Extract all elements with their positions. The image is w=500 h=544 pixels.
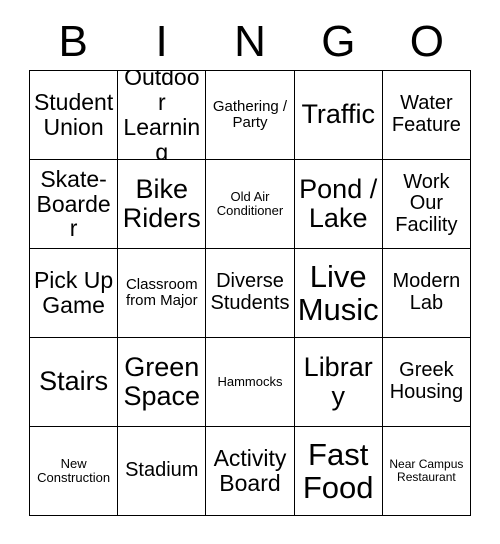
bingo-cell-label: Modern Lab xyxy=(392,270,461,314)
bingo-cell-label: Old Air Conditioner xyxy=(216,188,284,218)
bingo-cell-g1[interactable]: Traffic xyxy=(294,71,383,160)
bingo-cell-b5[interactable]: New Construction xyxy=(30,427,119,516)
bingo-cell-label: Library xyxy=(303,351,373,411)
bingo-cell-b1[interactable]: Student Union xyxy=(30,71,119,160)
bingo-cell-i2[interactable]: Bike Riders xyxy=(118,160,207,249)
bingo-cell-b3[interactable]: Pick Up Game xyxy=(30,249,119,338)
bingo-card: B I N G O Student Union Outdoor Learning… xyxy=(0,0,500,544)
bingo-header-row: B I N G O xyxy=(29,14,471,70)
bingo-cell-label: Diverse Students xyxy=(210,270,290,314)
bingo-cell-label: Skate-Boarder xyxy=(36,165,111,242)
bingo-grid: Student Union Outdoor Learning Gathering… xyxy=(29,70,471,516)
header-letter-n: N xyxy=(234,17,266,66)
bingo-cell-label: Gathering / Party xyxy=(212,97,288,131)
bingo-cell-g5[interactable]: Fast Food xyxy=(294,427,383,516)
bingo-cell-label: New Construction xyxy=(37,455,111,485)
bingo-cell-g3[interactable]: Live Music xyxy=(294,249,383,338)
bingo-cell-g4[interactable]: Library xyxy=(294,338,383,427)
bingo-cell-i4[interactable]: Green Space xyxy=(118,338,207,427)
bingo-cell-n4[interactable]: Hammocks xyxy=(206,338,295,427)
header-letter-b: B xyxy=(58,17,88,66)
bingo-cell-i3[interactable]: Classroom from Major xyxy=(118,249,207,338)
bingo-cell-o5[interactable]: Near Campus Restaurant xyxy=(382,427,471,516)
bingo-cell-i1[interactable]: Outdoor Learning xyxy=(118,71,207,160)
bingo-cell-label: Greek Housing xyxy=(389,359,464,403)
bingo-cell-n1[interactable]: Gathering / Party xyxy=(206,71,295,160)
bingo-cell-o3[interactable]: Modern Lab xyxy=(382,249,471,338)
bingo-cell-o2[interactable]: Work Our Facility xyxy=(382,160,471,249)
header-letter-o: O xyxy=(409,17,444,66)
bingo-cell-label: Green Space xyxy=(123,351,201,411)
bingo-cell-label: Fast Food xyxy=(302,436,374,505)
bingo-cell-o1[interactable]: Water Feature xyxy=(382,71,471,160)
bingo-cell-label: Live Music xyxy=(297,258,379,327)
bingo-cell-label: Bike Riders xyxy=(122,173,201,233)
bingo-cell-label: Activity Board xyxy=(213,445,287,496)
bingo-cell-label: Hammocks xyxy=(217,373,283,389)
bingo-cell-label: Water Feature xyxy=(391,92,461,136)
bingo-cell-label: Pick Up Game xyxy=(33,267,114,318)
bingo-cell-label: Near Campus Restaurant xyxy=(389,457,464,484)
bingo-cell-label: Traffic xyxy=(301,99,375,130)
bingo-cell-o4[interactable]: Greek Housing xyxy=(382,338,471,427)
bingo-cell-label: Outdoor Learning xyxy=(123,71,201,160)
bingo-cell-g2[interactable]: Pond / Lake xyxy=(294,160,383,249)
header-letter-g: G xyxy=(321,17,356,66)
bingo-cell-n3[interactable]: Diverse Students xyxy=(206,249,295,338)
bingo-cell-label: Stadium xyxy=(125,459,199,482)
bingo-cell-b4[interactable]: Stairs xyxy=(30,338,119,427)
bingo-cell-b2[interactable]: Skate-Boarder xyxy=(30,160,119,249)
bingo-cell-label: Stairs xyxy=(39,366,109,397)
bingo-cell-label: Classroom from Major xyxy=(125,275,198,309)
bingo-cell-label: Pond / Lake xyxy=(299,173,378,233)
bingo-cell-n5[interactable]: Activity Board xyxy=(206,427,295,516)
bingo-cell-i5[interactable]: Stadium xyxy=(118,427,207,516)
bingo-cell-n2[interactable]: Old Air Conditioner xyxy=(206,160,295,249)
bingo-cell-label: Student Union xyxy=(33,89,114,140)
header-letter-i: I xyxy=(155,17,168,66)
bingo-cell-label: Work Our Facility xyxy=(395,170,458,236)
